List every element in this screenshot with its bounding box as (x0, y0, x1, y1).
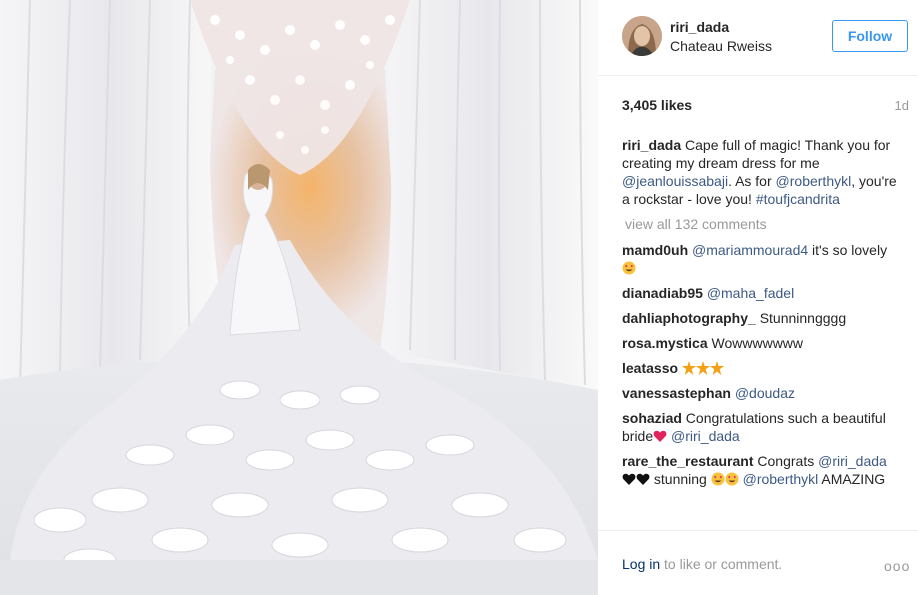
avatar-image (622, 16, 662, 56)
comment-item: vanessastephan @doudaz (622, 384, 898, 402)
comment-item: leatasso (622, 359, 898, 377)
post-age[interactable]: 1d (895, 98, 909, 113)
comment-item: dianadiab95 @maha_fadel (622, 284, 898, 302)
comment-mention[interactable]: @riri_dada (818, 453, 887, 469)
avatar[interactable] (622, 16, 662, 56)
caption-text: . As for (728, 173, 772, 189)
instagram-post: riri_dada Chateau Rweiss Follow 3,405 li… (0, 0, 918, 595)
comment-username[interactable]: vanessastephan (622, 385, 731, 401)
comment-item: rare_the_restaurant Congrats @riri_dada … (622, 452, 898, 488)
comment-username[interactable]: leatasso (622, 360, 678, 376)
comment-mention[interactable]: @doudaz (735, 385, 795, 401)
comment-username[interactable]: rare_the_restaurant (622, 453, 754, 469)
dizzy-star-icon (709, 361, 724, 375)
view-all-comments-link[interactable]: view all 132 comments (625, 215, 898, 233)
comment-mention[interactable]: @mariammourad4 (692, 242, 808, 258)
comments-section: riri_dada Cape full of magic! Thank you … (622, 136, 898, 495)
caption-mention[interactable]: @roberthykl (776, 173, 852, 189)
comment-username[interactable]: rosa.mystica (622, 335, 708, 351)
dizzy-star-icon (681, 361, 696, 375)
comment-item: rosa.mystica Wowwwwwww (622, 334, 898, 352)
login-link[interactable]: Log in (622, 556, 660, 572)
heart-eyes-icon (711, 472, 725, 486)
caption-mention[interactable]: @jeanlouissabaji (622, 173, 728, 189)
comment-text: AMAZING (821, 471, 886, 487)
caption-hashtag[interactable]: #toufjcandrita (756, 191, 840, 207)
black-heart-icon (636, 473, 650, 485)
caption-username[interactable]: riri_dada (622, 137, 681, 153)
comment-mention[interactable]: @roberthykl (743, 471, 819, 487)
follow-button[interactable]: Follow (832, 20, 908, 52)
login-prompt-text: to like or comment. (664, 556, 783, 572)
comment-username[interactable]: mamd0uh (622, 242, 688, 258)
comment-mention[interactable]: @maha_fadel (707, 285, 794, 301)
post-location[interactable]: Chateau Rweiss (670, 38, 772, 54)
post-photo[interactable] (0, 0, 598, 595)
comment-item: mamd0uh @mariammourad4 it's so lovely (622, 241, 898, 277)
dizzy-star-icon (695, 361, 710, 375)
heart-eyes-icon (622, 261, 636, 275)
comment-text: stunning (653, 471, 707, 487)
post-footer: Log in to like or comment. ooo (598, 530, 918, 595)
black-heart-icon (622, 473, 636, 485)
comment-username[interactable]: sohaziad (622, 410, 682, 426)
likes-count[interactable]: 3,405 likes (622, 97, 692, 113)
wedding-cape-photo (0, 0, 598, 595)
comment-mention[interactable]: @riri_dada (671, 428, 740, 444)
caption: riri_dada Cape full of magic! Thank you … (622, 136, 898, 208)
comment-item: dahliaphotography_ Stunninngggg (622, 309, 898, 327)
comment-username[interactable]: dianadiab95 (622, 285, 703, 301)
comment-text: Congrats (757, 453, 815, 469)
comment-text: Wowwwwwww (711, 335, 804, 351)
red-heart-icon (653, 430, 667, 442)
post-header: riri_dada Chateau Rweiss Follow (598, 0, 918, 76)
login-prompt: Log in to like or comment. (622, 556, 782, 572)
heart-eyes-icon (725, 472, 739, 486)
post-panel: riri_dada Chateau Rweiss Follow 3,405 li… (598, 0, 918, 595)
comment-text: it's so lovely (812, 242, 888, 258)
comment-text: Stunninngggg (759, 310, 847, 326)
more-options-icon[interactable]: ooo (884, 558, 910, 574)
post-username[interactable]: riri_dada (670, 19, 729, 35)
comment-item: sohaziad Congratulations such a beautifu… (622, 409, 898, 445)
comment-username[interactable]: dahliaphotography_ (622, 310, 756, 326)
